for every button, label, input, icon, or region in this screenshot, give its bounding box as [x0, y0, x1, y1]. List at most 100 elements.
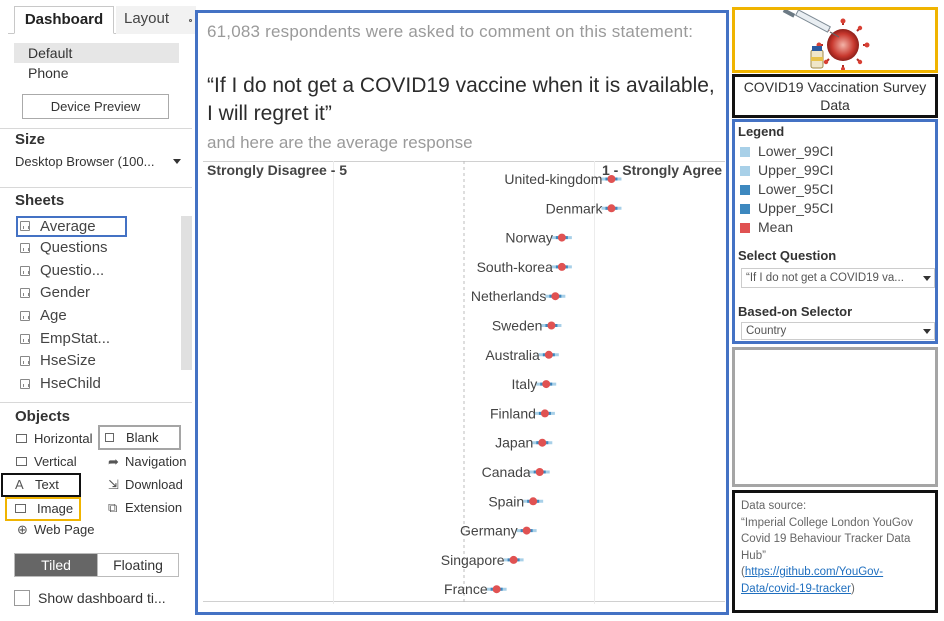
download-icon: ⇲ — [108, 477, 119, 492]
intro-text: 61,083 respondents were asked to comment… — [207, 22, 694, 41]
device-preview-button[interactable]: Device Preview — [22, 94, 169, 119]
sheet-item-hsechild[interactable]: HseChild — [16, 373, 181, 396]
syringe-shape — [782, 8, 840, 38]
legend-swatch — [740, 204, 750, 214]
country-label: Finland — [490, 405, 536, 421]
device-phone[interactable]: Phone — [14, 63, 179, 83]
panel-tabs: Dashboard Layout — [8, 6, 196, 34]
sheet-item-questions[interactable]: Questions — [16, 237, 181, 260]
legend-item-upper-99ci[interactable]: Upper_99CI — [740, 161, 834, 180]
legend-item-lower-99ci[interactable]: Lower_99CI — [740, 142, 834, 161]
object-label: Download — [125, 477, 183, 492]
mean-point — [542, 380, 551, 389]
legend-item-upper-95ci[interactable]: Upper_95CI — [740, 199, 834, 218]
survey-statement: “If I do not get a COVID19 vaccine when … — [207, 74, 715, 125]
object-vertical[interactable]: Vertical — [14, 452, 77, 473]
layout-mode-toggle: Tiled Floating — [14, 553, 179, 577]
object-label: Web Page — [34, 522, 95, 537]
object-label: Text — [35, 477, 59, 492]
show-title-label: Show dashboard ti... — [38, 590, 166, 606]
dashboard-title-text: COVID19 Vaccination Survey Data — [743, 79, 927, 113]
sheet-label: Average — [40, 218, 96, 235]
object-label: Blank — [126, 430, 159, 445]
tiled-button[interactable]: Tiled — [15, 554, 97, 576]
vial-shape — [810, 46, 824, 69]
device-default[interactable]: Default — [14, 43, 179, 63]
sheet-item-average[interactable]: Average — [16, 216, 127, 237]
left-scale-label: Strongly Disagree - 5 — [207, 162, 347, 178]
image-icon — [15, 504, 26, 513]
country-label: Australia — [485, 347, 540, 363]
based-on-value: Country — [746, 325, 787, 337]
object-extension[interactable]: ⧉ Extension — [105, 498, 182, 519]
object-web-page[interactable]: ⊕ Web Page — [14, 520, 94, 541]
size-value: Desktop Browser (100... — [15, 154, 155, 169]
sheet-label: Gender — [40, 284, 91, 302]
tab-layout[interactable]: Layout — [116, 6, 196, 34]
country-label: Netherlands — [471, 288, 546, 304]
sheet-label: EmpStat... — [40, 329, 111, 347]
blank-icon — [105, 433, 114, 442]
sheet-item-age[interactable]: Age — [16, 305, 181, 328]
sheet-item-gender[interactable]: Gender — [16, 282, 181, 305]
legend-item-mean[interactable]: Mean — [740, 218, 793, 237]
chart-subheading: and here are the average response — [207, 133, 473, 152]
legend-swatch — [740, 223, 750, 233]
legend-item-lower-95ci[interactable]: Lower_95CI — [740, 180, 834, 199]
country-label: Singapore — [441, 552, 505, 568]
vertical-container-icon — [16, 457, 27, 466]
select-question-value: “If I do not get a COVID19 va... — [746, 272, 904, 284]
mean-point — [557, 262, 566, 271]
legend-swatch — [740, 166, 750, 176]
legend-label: Upper_95CI — [758, 200, 834, 216]
divider — [0, 187, 192, 188]
select-question-dropdown[interactable]: “If I do not get a COVID19 va... — [741, 268, 935, 288]
sheet-item-hsesize[interactable]: HseSize — [16, 350, 181, 373]
sheet-item-empstat[interactable]: EmpStat... — [16, 328, 181, 351]
object-navigation[interactable]: ➦ Navigation — [105, 452, 186, 473]
sheet-label: HseSize — [40, 352, 96, 370]
object-image[interactable]: Image — [5, 497, 81, 521]
sheets-scrollbar[interactable] — [181, 216, 192, 370]
country-label: Germany — [460, 523, 518, 539]
country-label: Canada — [482, 464, 531, 480]
more-tabs-icon[interactable] — [189, 19, 192, 22]
source-label: Data source: — [741, 500, 807, 512]
floating-button[interactable]: Floating — [97, 554, 178, 576]
vaccine-image — [732, 7, 938, 73]
mean-point — [547, 321, 556, 330]
object-horizontal[interactable]: Horizontal — [14, 429, 93, 450]
country-label: Italy — [512, 376, 538, 392]
country-label: South-korea — [477, 259, 553, 275]
size-dropdown[interactable]: Desktop Browser (100... — [15, 154, 183, 172]
mean-point — [538, 438, 547, 447]
legend-heading: Legend — [738, 124, 785, 139]
chevron-down-icon — [923, 329, 931, 334]
based-on-dropdown[interactable]: Country — [741, 322, 935, 340]
tab-dashboard[interactable]: Dashboard — [14, 6, 114, 34]
country-label: United-kingdom — [504, 171, 602, 187]
mean-point — [544, 350, 553, 359]
checkbox-icon — [14, 590, 30, 606]
object-text[interactable]: A Text — [1, 473, 81, 497]
data-source-text: Data source: “Imperial College London Yo… — [732, 490, 938, 613]
average-response-chart[interactable]: Strongly Disagree - 5 1 - Strongly AgreeU… — [203, 159, 725, 604]
based-on-heading: Based-on Selector — [738, 304, 853, 319]
mean-point — [535, 468, 544, 476]
sheet-label: Age — [40, 307, 67, 325]
average-chart-container[interactable]: 61,083 respondents were asked to comment… — [195, 10, 729, 615]
show-dashboard-title-checkbox[interactable]: Show dashboard ti... — [14, 589, 166, 609]
sheet-icon — [20, 379, 30, 390]
horizontal-container-icon — [16, 434, 27, 443]
sheet-label: Questions — [40, 239, 108, 256]
chevron-down-icon — [173, 159, 181, 164]
object-blank[interactable]: Blank — [98, 425, 181, 450]
text-icon: A — [15, 477, 24, 492]
divider — [0, 128, 192, 129]
sheet-icon — [20, 311, 30, 322]
object-download[interactable]: ⇲ Download — [105, 475, 183, 496]
mean-point — [522, 526, 531, 535]
sheet-item-questio[interactable]: Questio... — [16, 260, 181, 283]
source-link[interactable]: https://github.com/YouGov-Data/covid-19-… — [741, 566, 883, 595]
country-label: France — [444, 581, 488, 597]
